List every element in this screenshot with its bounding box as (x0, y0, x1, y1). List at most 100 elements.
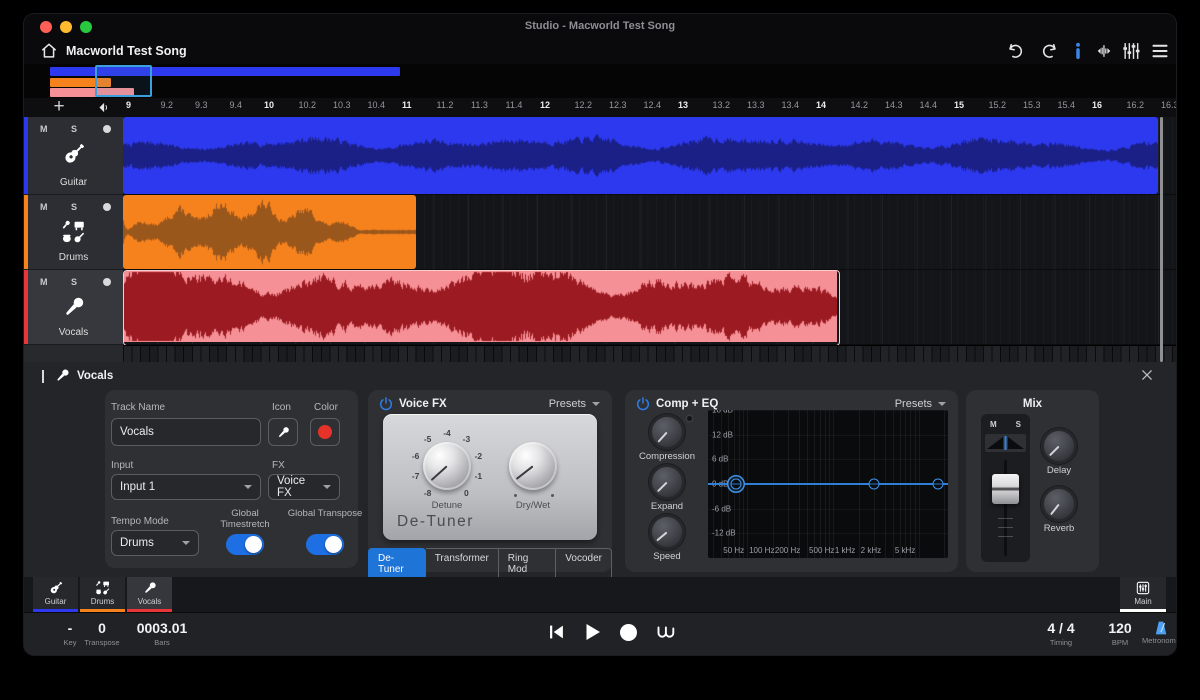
stretch-tool-button[interactable] (1094, 41, 1114, 61)
track-color-button[interactable] (310, 418, 340, 446)
close-icon[interactable] (1140, 368, 1154, 382)
drums-audio-clip[interactable] (123, 195, 416, 269)
global-transpose-toggle[interactable] (306, 534, 344, 555)
key-display[interactable]: - Key (64, 616, 77, 647)
speaker-icon[interactable] (96, 100, 111, 115)
drywet-min-tick (514, 494, 517, 497)
record-arm-button[interactable] (103, 203, 111, 211)
eq-node-3[interactable] (933, 479, 944, 490)
compeq-presets-dropdown[interactable]: Presets (895, 398, 946, 410)
guitar-audio-clip[interactable] (123, 117, 1158, 194)
track-color-swatch (318, 425, 332, 439)
ruler-label: 15.2 (989, 100, 1024, 116)
transpose-display[interactable]: 0 Transpose (84, 616, 119, 647)
add-track-button[interactable]: + (50, 98, 68, 116)
pan-control[interactable] (985, 434, 1026, 452)
drywet-knob[interactable] (509, 442, 557, 490)
loop-button[interactable] (654, 620, 678, 644)
global-timestretch-toggle[interactable] (226, 534, 264, 555)
track-lane-drums[interactable] (123, 195, 1176, 270)
song-overview-minimap[interactable] (24, 64, 1176, 98)
mic-icon (142, 580, 158, 596)
voicefx-tab-vocoder[interactable]: Vocoder (556, 548, 612, 580)
voicefx-tabs: De-TunerTransformerRing ModVocoder (368, 548, 612, 580)
tab-main[interactable]: Main (1120, 577, 1166, 612)
ruler-label: 12 (540, 100, 575, 116)
delay-knob[interactable] (1044, 431, 1074, 461)
tab-drums[interactable]: Drums (80, 577, 125, 612)
toolbar: Macworld Test Song (24, 40, 1176, 64)
ruler-label: 9.2 (161, 100, 196, 116)
track-header-vocals[interactable]: M S Vocals (24, 270, 123, 345)
ruler-label: 15 (954, 100, 989, 116)
icon-label: Icon (272, 402, 291, 413)
eq-graph[interactable]: 18 dB12 dB6 dB0 dB-6 dB-12 dB50 Hz100 Hz… (708, 410, 948, 558)
power-icon[interactable] (378, 396, 394, 412)
track-header-guitar[interactable]: M S Guitar (24, 117, 123, 195)
eq-freq-label: 50 Hz (723, 546, 744, 555)
home-icon[interactable] (39, 41, 59, 61)
tab-vocals[interactable]: Vocals (127, 577, 172, 612)
redo-button[interactable] (1040, 41, 1060, 61)
record-arm-button[interactable] (103, 125, 111, 133)
ruler-label: 14.2 (851, 100, 886, 116)
tab-guitar[interactable]: Guitar (33, 577, 78, 612)
bars-display[interactable]: 0003.01 Bars (137, 616, 188, 647)
mute-button[interactable]: M (40, 277, 48, 287)
reverb-knob[interactable] (1044, 489, 1074, 519)
ruler-label: 15.3 (1023, 100, 1058, 116)
track-lane-guitar[interactable] (123, 117, 1176, 195)
track-header-drums[interactable]: M S Drums (24, 195, 123, 270)
info-button[interactable] (1068, 41, 1088, 61)
track-icon-button[interactable] (268, 418, 298, 446)
mic-icon (54, 367, 71, 384)
mute-button[interactable]: M (40, 202, 48, 212)
ruler-label: 9.3 (195, 100, 230, 116)
vertical-scrollbar[interactable] (1160, 117, 1163, 362)
expand-knob[interactable] (652, 467, 682, 497)
metronome-display[interactable]: Metronome (1142, 616, 1176, 645)
mixer-button[interactable] (1121, 41, 1141, 61)
vocals-audio-clip[interactable] (123, 270, 840, 346)
tempo-mode-select[interactable]: Drums (111, 530, 199, 556)
track-name-input[interactable] (111, 418, 261, 446)
speed-knob[interactable] (652, 517, 682, 547)
record-arm-button[interactable] (103, 278, 111, 286)
undo-button[interactable] (1005, 41, 1025, 61)
rewind-button[interactable] (545, 621, 567, 643)
timeline-ruler[interactable]: + 99.29.39.41010.210.310.41111.211.311.4… (24, 98, 1176, 117)
voicefx-presets-dropdown[interactable]: Presets (549, 398, 600, 410)
mix-card: Mix M S Delay Reverb (966, 390, 1099, 572)
play-button[interactable] (580, 620, 604, 644)
input-label: Input (111, 460, 133, 471)
solo-button[interactable]: S (71, 277, 77, 287)
compression-knob[interactable] (652, 417, 682, 447)
timing-display[interactable]: 4 / 4 Timing (1047, 616, 1074, 647)
solo-button[interactable]: S (1016, 420, 1021, 429)
mix-title: Mix (966, 398, 1099, 410)
input-select[interactable]: Input 1 (111, 474, 261, 500)
voicefx-tab-transformer[interactable]: Transformer (426, 548, 499, 580)
detune-scale-label: -8 (424, 488, 432, 498)
voicefx-tab-de-tuner[interactable]: De-Tuner (368, 548, 426, 580)
volume-fader[interactable] (992, 474, 1019, 504)
song-title: Macworld Test Song (66, 44, 187, 58)
mute-button[interactable]: M (990, 420, 997, 429)
solo-button[interactable]: S (71, 124, 77, 134)
minimap-viewport[interactable] (95, 65, 152, 97)
solo-button[interactable]: S (71, 202, 77, 212)
mute-button[interactable]: M (40, 124, 48, 134)
transpose-label: Transpose (84, 638, 119, 647)
eq-node-2[interactable] (868, 479, 879, 490)
fx-select[interactable]: Voice FX (268, 474, 340, 500)
power-icon[interactable] (635, 396, 651, 412)
record-button[interactable] (620, 624, 637, 641)
menu-button[interactable] (1150, 41, 1170, 61)
eq-node-1[interactable] (731, 479, 742, 490)
drums-icon (61, 219, 87, 245)
track-lane-vocals[interactable] (123, 270, 1176, 345)
voicefx-tab-ring-mod[interactable]: Ring Mod (499, 548, 557, 580)
panel-accent (42, 370, 44, 383)
detune-knob[interactable] (423, 442, 471, 490)
bpm-display[interactable]: 120 BPM (1108, 616, 1131, 647)
